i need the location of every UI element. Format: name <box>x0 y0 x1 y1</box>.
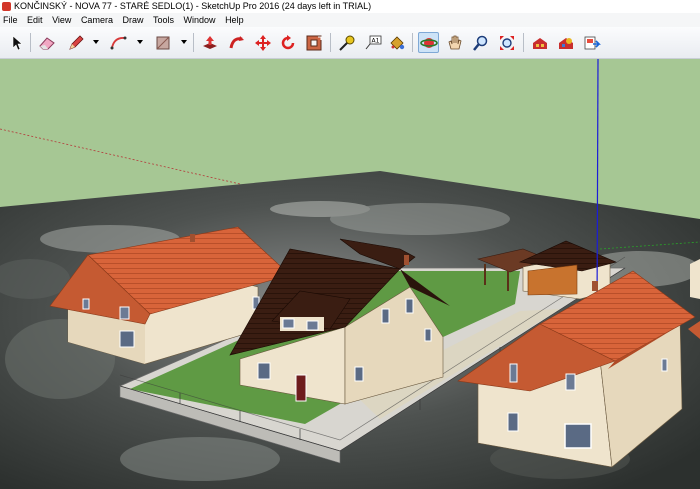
orbit-icon[interactable] <box>418 32 439 53</box>
main-toolbar: A1 <box>0 27 700 59</box>
menu-bar: File Edit View Camera Draw Tools Window … <box>0 13 700 27</box>
menu-window[interactable]: Window <box>181 13 220 27</box>
title-bar: KONČINSKÝ - NOVA 77 - STARÉ SEDLO(1) - S… <box>0 0 700 13</box>
pan-icon[interactable] <box>444 32 465 53</box>
menu-view[interactable]: View <box>49 13 75 27</box>
menu-tools[interactable]: Tools <box>150 13 178 27</box>
menu-file[interactable]: File <box>0 13 22 27</box>
text-icon[interactable]: A1 <box>362 32 383 53</box>
tape-measure-icon[interactable] <box>336 32 357 53</box>
scene-canvas <box>0 59 700 489</box>
sketchup-app-icon <box>2 2 11 11</box>
svg-text:A1: A1 <box>371 37 379 44</box>
move-icon[interactable] <box>252 32 273 53</box>
rotate-icon[interactable] <box>277 32 298 53</box>
zoom-icon[interactable] <box>470 32 491 53</box>
menu-draw[interactable]: Draw <box>119 13 147 27</box>
follow-me-icon[interactable] <box>226 32 247 53</box>
menu-camera[interactable]: Camera <box>78 13 117 27</box>
pencil-line-icon[interactable] <box>65 32 86 53</box>
menu-edit[interactable]: Edit <box>24 13 47 27</box>
model-viewport[interactable] <box>0 59 700 489</box>
paint-bucket-icon[interactable] <box>386 32 407 53</box>
rectangle-icon[interactable] <box>152 32 173 53</box>
window-title: KONČINSKÝ - NOVA 77 - STARÉ SEDLO(1) - S… <box>14 1 372 11</box>
eraser-icon[interactable] <box>36 32 57 53</box>
push-pull-icon[interactable] <box>199 32 220 53</box>
house-far-right-partial <box>690 259 700 299</box>
menu-help[interactable]: Help <box>222 13 248 27</box>
extension-warehouse-icon[interactable] <box>555 32 576 53</box>
warehouse-icon[interactable] <box>529 32 550 53</box>
offset-icon[interactable] <box>303 32 324 53</box>
select-icon[interactable] <box>6 32 27 53</box>
zoom-extents-icon[interactable] <box>496 32 517 53</box>
arc-icon[interactable] <box>108 32 129 53</box>
send-to-layout-icon[interactable] <box>581 32 602 53</box>
